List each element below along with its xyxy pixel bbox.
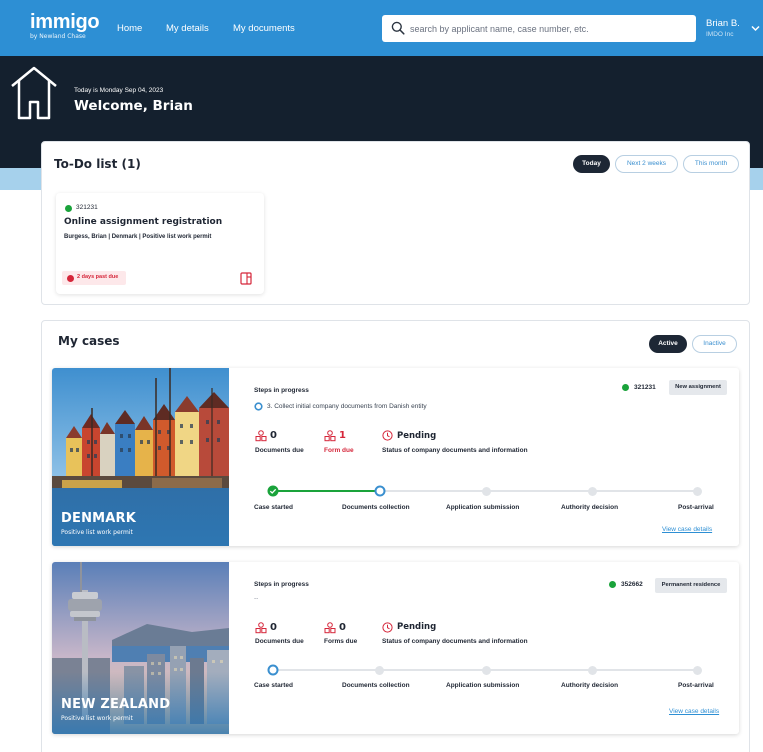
forms-due-label: Form due [324,447,354,454]
clock-icon [382,622,393,633]
stage-label: Authority decision [561,682,619,689]
status-label: Status of company documents and informat… [382,638,528,645]
view-case-details-link[interactable]: View case details [669,708,719,715]
case-country: NEW ZEALAND [61,697,171,712]
status-label: Status of company documents and informat… [382,447,528,454]
filter-active[interactable]: Active [649,335,687,353]
filter-next-2-weeks[interactable]: Next 2 weeks [615,155,678,173]
today-date: Today is Monday Sep 04, 2023 [74,87,164,94]
current-step: 3. Collect initial company documents fro… [267,403,427,410]
case-permit: Positive list work permit [61,529,133,536]
documents-icon [255,430,267,442]
documents-due-count: 0 [270,622,277,633]
forms-due-count: 0 [339,622,346,633]
filter-this-month[interactable]: This month [683,155,739,173]
stage-pending-dot [588,666,597,675]
steps-label: Steps in progress [254,387,309,394]
forms-due-count: 1 [339,430,346,441]
nav-link-my-details[interactable]: My details [166,23,209,34]
case-permit: Positive list work permit [61,715,133,722]
stage-pending-dot [375,666,384,675]
stage-pending-dot [588,487,597,496]
chevron-down-icon[interactable] [751,25,760,32]
forms-icon [324,622,336,634]
search-input[interactable] [410,19,680,38]
case-status-dot [609,581,616,588]
step-status-icon [254,402,263,411]
filter-inactive[interactable]: Inactive [692,335,737,353]
progress-fill [273,490,380,492]
case-type-badge: Permanent residence [655,578,727,593]
filter-today[interactable]: Today [573,155,610,173]
stage-current-icon [374,485,386,497]
stage-complete-icon [267,485,279,497]
welcome-heading: Welcome, Brian [74,98,193,114]
case-card-denmark[interactable]: DENMARK Positive list work permit Steps … [52,368,739,546]
case-number: 321231 [634,384,656,391]
status-text: Pending [397,622,437,632]
todo-item-subtitle: Burgess, Brian | Denmark | Positive list… [64,234,212,240]
documents-icon [255,622,267,634]
stage-label: Documents collection [342,682,410,689]
overdue-text: 2 days past due [77,274,119,280]
user-org: IMDO Inc [706,31,734,38]
denmark-photo: DENMARK Positive list work permit [52,368,229,546]
clock-icon [382,430,393,441]
stage-pending-dot [693,666,702,675]
search-box[interactable] [382,15,696,42]
stage-pending-dot [693,487,702,496]
stage-pending-dot [482,487,491,496]
steps-label: Steps in progress [254,581,309,588]
logo-text: immigo [30,11,100,33]
nav-link-my-documents[interactable]: My documents [233,23,295,34]
case-status-dot [622,384,629,391]
stage-label: Application submission [446,504,520,511]
stage-label: Authority decision [561,504,619,511]
nav-link-home[interactable]: Home [117,23,142,34]
status-text: Pending [397,431,437,441]
home-icon [11,66,57,120]
alert-dot [67,274,74,282]
user-menu[interactable]: Brian B. IMDO Inc [706,18,740,38]
stage-label: Documents collection [342,504,410,511]
status-dot [65,205,72,212]
new-zealand-photo: NEW ZEALAND Positive list work permit [52,562,229,734]
top-nav: immigo by Newland Chase Home My details … [0,0,763,56]
todo-item[interactable]: 321231 Online assignment registration Bu… [56,193,264,294]
forms-icon [324,430,336,442]
current-step: -- [254,595,259,602]
case-type-badge: New assignment [669,380,727,395]
overdue-badge: 2 days past due [62,271,126,285]
stage-label: Post-arrival [678,682,714,689]
stage-label: Post-arrival [678,504,714,511]
stage-pending-dot [482,666,491,675]
stage-label: Application submission [446,682,520,689]
open-task-icon[interactable] [240,272,252,285]
documents-due-label: Documents due [255,638,304,645]
stage-current-icon [267,664,279,676]
todo-case-number: 321231 [76,204,98,211]
cases-title: My cases [58,334,120,348]
search-icon [391,21,405,35]
case-country: DENMARK [61,511,137,526]
view-case-details-link[interactable]: View case details [662,526,712,533]
case-card-new-zealand[interactable]: NEW ZEALAND Positive list work permit St… [52,562,739,734]
documents-due-count: 0 [270,430,277,441]
case-number: 352662 [621,581,643,588]
user-name: Brian B. [706,18,740,29]
stage-label: Case started [254,682,294,689]
logo-subtext: by Newland Chase [30,33,86,40]
documents-due-label: Documents due [255,447,304,454]
todo-item-title: Online assignment registration [64,217,223,227]
todo-title: To-Do list (1) [54,157,141,171]
immigo-logo[interactable]: immigo by Newland Chase [30,11,100,40]
stage-label: Case started [254,504,294,511]
forms-due-label: Forms due [324,638,358,645]
